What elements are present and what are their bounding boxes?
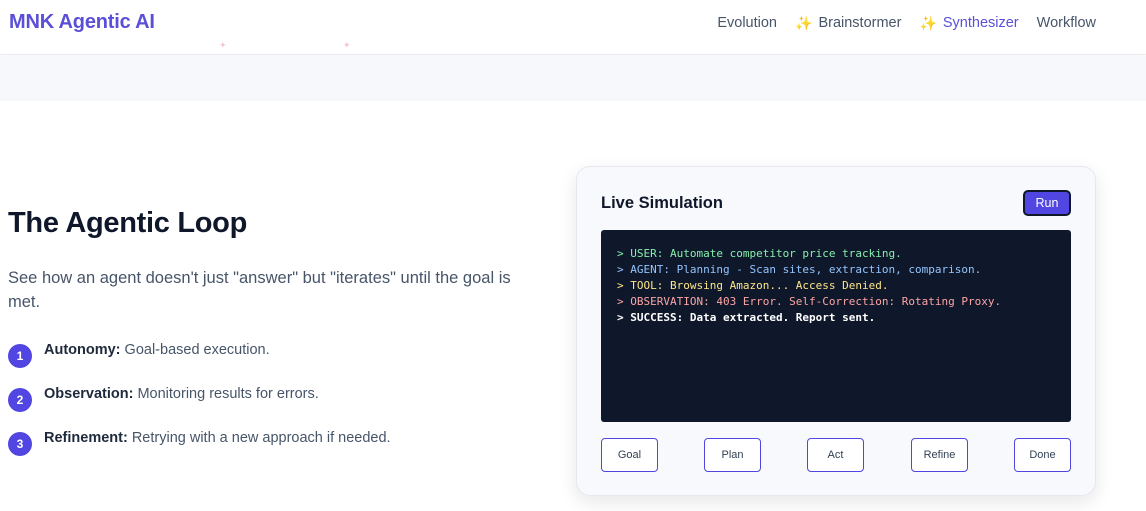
card-title: Live Simulation [601, 194, 723, 212]
stage-done-button[interactable]: Done [1014, 438, 1071, 472]
log-line: > USER: Automate competitor price tracki… [617, 247, 902, 260]
terminal-output: > USER: Automate competitor price tracki… [601, 230, 1071, 422]
log-line: > AGENT: Planning - Scan sites, extracti… [617, 263, 982, 276]
step-text: Retrying with a new approach if needed. [131, 430, 391, 446]
sub-header-band [0, 56, 1146, 101]
stage-refine-button[interactable]: Refine [911, 438, 968, 472]
decorative-sparkle: ✦ [343, 40, 351, 50]
main-nav: Evolution ✨ Brainstormer ✨ Synthesizer W… [717, 15, 1096, 31]
log-line: > SUCCESS: Data extracted. Report sent. [617, 311, 876, 324]
steps-list: 1 Autonomy: Goal-based execution. 2 Obse… [8, 341, 391, 473]
log-line: > TOOL: Browsing Amazon... Access Denied… [617, 279, 889, 292]
stage-plan-button[interactable]: Plan [704, 438, 761, 472]
step-number-badge: 3 [8, 432, 32, 456]
step-number-badge: 1 [8, 344, 32, 368]
nav-item-brainstormer[interactable]: ✨ Brainstormer [795, 15, 901, 31]
step-number-badge: 2 [8, 388, 32, 412]
nav-item-workflow[interactable]: Workflow [1037, 15, 1096, 31]
nav-item-synthesizer[interactable]: ✨ Synthesizer [919, 15, 1018, 31]
list-item: 3 Refinement: Retrying with a new approa… [8, 429, 391, 473]
nav-item-label: Synthesizer [942, 15, 1019, 31]
step-label: Observation: [44, 386, 134, 402]
list-item: 1 Autonomy: Goal-based execution. [8, 341, 391, 385]
nav-item-label: Brainstormer [818, 15, 902, 31]
log-line: > OBSERVATION: 403 Error. Self-Correctio… [617, 295, 1002, 308]
step-text: Goal-based execution. [124, 342, 270, 358]
nav-item-label: Evolution [717, 15, 777, 31]
list-item: 2 Observation: Monitoring results for er… [8, 385, 391, 429]
page-description: See how an agent doesn't just "answer" b… [8, 269, 511, 311]
page-title: The Agentic Loop [8, 207, 247, 239]
step-label: Autonomy: [44, 342, 121, 358]
stage-buttons: Goal Plan Act Refine Done [601, 438, 1071, 472]
live-simulation-card: Live Simulation Run > USER: Automate com… [576, 166, 1096, 496]
stage-act-button[interactable]: Act [807, 438, 864, 472]
brand-logo[interactable]: MNK Agentic AI [9, 11, 155, 34]
stage-goal-button[interactable]: Goal [601, 438, 658, 472]
step-text: Monitoring results for errors. [137, 386, 319, 402]
top-navbar: MNK Agentic AI ✦ ✦ Evolution ✨ Brainstor… [0, 0, 1146, 55]
nav-item-label: Workflow [1036, 15, 1096, 31]
run-button[interactable]: Run [1023, 190, 1071, 216]
decorative-sparkle: ✦ [219, 40, 227, 50]
nav-item-evolution[interactable]: Evolution [717, 15, 777, 31]
sparkle-icon: ✨ [919, 15, 937, 31]
step-label: Refinement: [44, 430, 128, 446]
sparkle-icon: ✨ [795, 15, 813, 31]
